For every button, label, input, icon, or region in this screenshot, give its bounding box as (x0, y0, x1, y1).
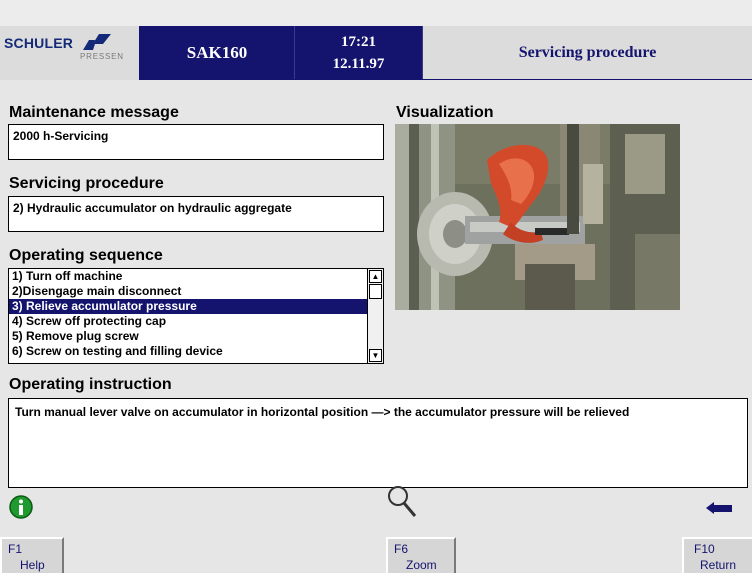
logo-subtext: PRESSEN (80, 52, 124, 61)
instruction-label: Operating instruction (9, 376, 172, 393)
f10-key-label: F10 (694, 542, 715, 556)
maintenance-label: Maintenance message (9, 104, 179, 121)
info-icon[interactable] (8, 494, 34, 520)
f1-key-label: F1 (8, 542, 23, 556)
f1-action-label: Help (20, 558, 45, 572)
clock-date: 12.11.97 (332, 55, 385, 72)
f1-help-button[interactable]: F1 Help (0, 537, 64, 573)
visualization-photo (395, 124, 680, 310)
servicing-procedure-field: 2) Hydraulic accumulator on hydraulic ag… (8, 196, 384, 232)
clock-time: 17:21 (341, 33, 376, 50)
operating-sequence-list[interactable]: 1) Turn off machine 2)Disengage main dis… (8, 268, 384, 364)
return-arrow-icon[interactable] (706, 500, 736, 516)
list-item[interactable]: 5) Remove plug screw (9, 329, 367, 344)
list-item-selected[interactable]: 3) Relieve accumulator pressure (9, 299, 367, 314)
f10-action-label: Return (700, 558, 737, 572)
list-item[interactable]: 1) Turn off machine (9, 269, 367, 284)
screen-title: Servicing procedure (423, 26, 752, 79)
scroll-down-arrow-icon[interactable]: ▼ (369, 349, 382, 362)
header-bar: SCHULER PRESSEN SAK160 17:21 12.11.97 Se… (0, 26, 752, 80)
scroll-thumb[interactable] (369, 284, 382, 299)
machine-photo-image (395, 124, 680, 310)
f10-return-button[interactable]: F10 Return (682, 537, 752, 573)
f6-key-label: F6 (394, 542, 409, 556)
top-strip (0, 0, 752, 26)
list-scrollbar[interactable]: ▲ ▼ (367, 269, 383, 363)
scroll-up-arrow-icon[interactable]: ▲ (369, 270, 382, 283)
list-item[interactable]: 2)Disengage main disconnect (9, 284, 367, 299)
list-item[interactable]: 4) Screw off protecting cap (9, 314, 367, 329)
sequence-label: Operating sequence (9, 247, 163, 264)
company-logo: SCHULER PRESSEN (0, 26, 140, 80)
visualization-label: Visualization (396, 104, 494, 121)
servicing-label: Servicing procedure (9, 175, 164, 192)
datetime-display: 17:21 12.11.97 (295, 26, 423, 79)
logo-mark-icon (83, 34, 111, 50)
magnifier-icon[interactable] (386, 484, 418, 520)
operating-instruction-text: Turn manual lever valve on accumulator i… (8, 398, 748, 488)
maintenance-message-field: 2000 h-Servicing (8, 124, 384, 160)
press-name: SAK160 (140, 26, 295, 79)
list-item[interactable]: 6) Screw on testing and filling device (9, 344, 367, 359)
f6-action-label: Zoom (406, 558, 437, 572)
f6-zoom-button[interactable]: F6 Zoom (386, 537, 456, 573)
logo-text: SCHULER (4, 35, 74, 51)
